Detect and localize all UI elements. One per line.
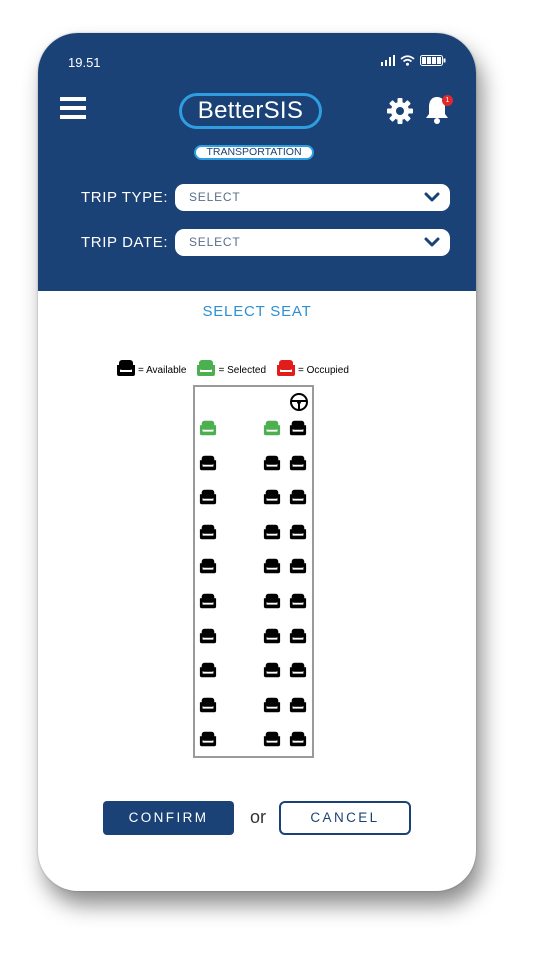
chevron-down-icon [424, 237, 440, 247]
seat-icon [263, 662, 281, 678]
seat-icon [263, 420, 281, 436]
seat-available[interactable] [263, 523, 281, 541]
seat-available[interactable] [289, 661, 307, 679]
seat-available[interactable] [289, 592, 307, 610]
seat-icon [199, 732, 217, 747]
seat-available[interactable] [263, 488, 281, 506]
seat-icon [289, 697, 307, 712]
seat-available[interactable] [199, 730, 217, 748]
legend-available-label: = Available [138, 365, 187, 376]
seat-icon [263, 628, 281, 643]
seat-available[interactable] [263, 661, 281, 679]
seat-available[interactable] [199, 661, 217, 679]
seat-legend: = Available = Selected = Occupied [116, 355, 359, 377]
seat-available[interactable] [263, 454, 281, 472]
seat-icon [263, 732, 281, 747]
seat-icon [197, 360, 216, 376]
phone-frame: 19.51 BetterSIS TRANSPORTATION 1 TRIP TY… [38, 33, 476, 891]
trip-date-select[interactable]: SELECT [175, 229, 450, 256]
gear-icon[interactable] [387, 98, 413, 129]
seat-available[interactable] [263, 627, 281, 645]
chevron-down-icon [424, 192, 440, 202]
seat-available[interactable] [263, 730, 281, 748]
select-seat-title: SELECT SEAT [202, 303, 312, 320]
seat-icon [199, 524, 217, 539]
seat-available[interactable] [263, 696, 281, 714]
trip-type-select[interactable]: SELECT [175, 184, 450, 211]
seat-available[interactable] [263, 557, 281, 575]
seat-selected[interactable] [199, 419, 217, 437]
seat-icon [289, 628, 307, 643]
seat-icon [289, 559, 307, 574]
seat-available[interactable] [289, 557, 307, 575]
trip-date-label: TRIP DATE: [81, 234, 169, 251]
seat-available[interactable] [289, 627, 307, 645]
seat-available[interactable] [199, 454, 217, 472]
app-subtitle: TRANSPORTATION [194, 145, 314, 160]
seat-available[interactable] [199, 627, 217, 645]
seat-icon [199, 628, 217, 643]
seat-icon [289, 524, 307, 539]
seat-icon [289, 662, 307, 678]
seat-icon [199, 455, 217, 470]
seat-icon [277, 360, 296, 376]
seat-available[interactable] [199, 523, 217, 541]
seat-icon [199, 593, 217, 609]
seat-available[interactable] [199, 557, 217, 575]
seat-selected[interactable] [263, 419, 281, 437]
confirm-button[interactable]: CONFIRM [103, 801, 234, 835]
trip-date-value: SELECT [189, 235, 241, 249]
seat-icon [199, 420, 217, 436]
notification-badge: 1 [442, 95, 453, 106]
seat-available[interactable] [199, 696, 217, 714]
menu-icon[interactable] [60, 95, 86, 126]
seat-available[interactable] [289, 419, 307, 437]
legend-available: = Available [116, 359, 186, 377]
seat-icon [263, 455, 281, 470]
app-logo: BetterSIS [179, 93, 322, 129]
legend-selected-label: = Selected [218, 365, 267, 376]
seat-icon [263, 593, 281, 609]
seat-icon [117, 360, 135, 376]
cancel-button[interactable]: CANCEL [279, 801, 411, 835]
seat-icon [289, 732, 307, 747]
seat-icon [199, 559, 217, 574]
trip-type-label: TRIP TYPE: [81, 189, 169, 206]
seat-available[interactable] [199, 488, 217, 506]
status-icons [381, 55, 446, 66]
legend-occupied: = Occupied [276, 359, 349, 377]
seat-available[interactable] [263, 592, 281, 610]
signal-icon [381, 55, 395, 66]
seat-icon [289, 455, 307, 470]
battery-icon [420, 55, 446, 66]
seat-icon [289, 593, 307, 609]
seat-icon [263, 559, 281, 574]
seat-icon [263, 489, 281, 505]
seat-icon [199, 697, 217, 712]
trip-type-value: SELECT [189, 190, 241, 204]
status-time: 19.51 [68, 55, 101, 70]
steering-wheel-icon [289, 392, 309, 417]
bus-seat-map [193, 385, 314, 758]
legend-occupied-label: = Occupied [298, 365, 349, 376]
seat-available[interactable] [289, 696, 307, 714]
seat-available[interactable] [289, 454, 307, 472]
seat-icon [263, 524, 281, 539]
seat-icon [289, 420, 307, 436]
or-separator: or [250, 807, 267, 827]
seat-icon [199, 489, 217, 505]
seat-icon [263, 697, 281, 712]
seat-available[interactable] [289, 488, 307, 506]
seat-available[interactable] [199, 592, 217, 610]
seat-available[interactable] [289, 523, 307, 541]
wifi-icon [400, 55, 415, 66]
seat-icon [289, 489, 307, 505]
seat-icon [199, 662, 217, 678]
seat-available[interactable] [289, 730, 307, 748]
app-header: 19.51 BetterSIS TRANSPORTATION 1 TRIP TY… [38, 33, 476, 291]
legend-selected: = Selected [196, 359, 266, 377]
